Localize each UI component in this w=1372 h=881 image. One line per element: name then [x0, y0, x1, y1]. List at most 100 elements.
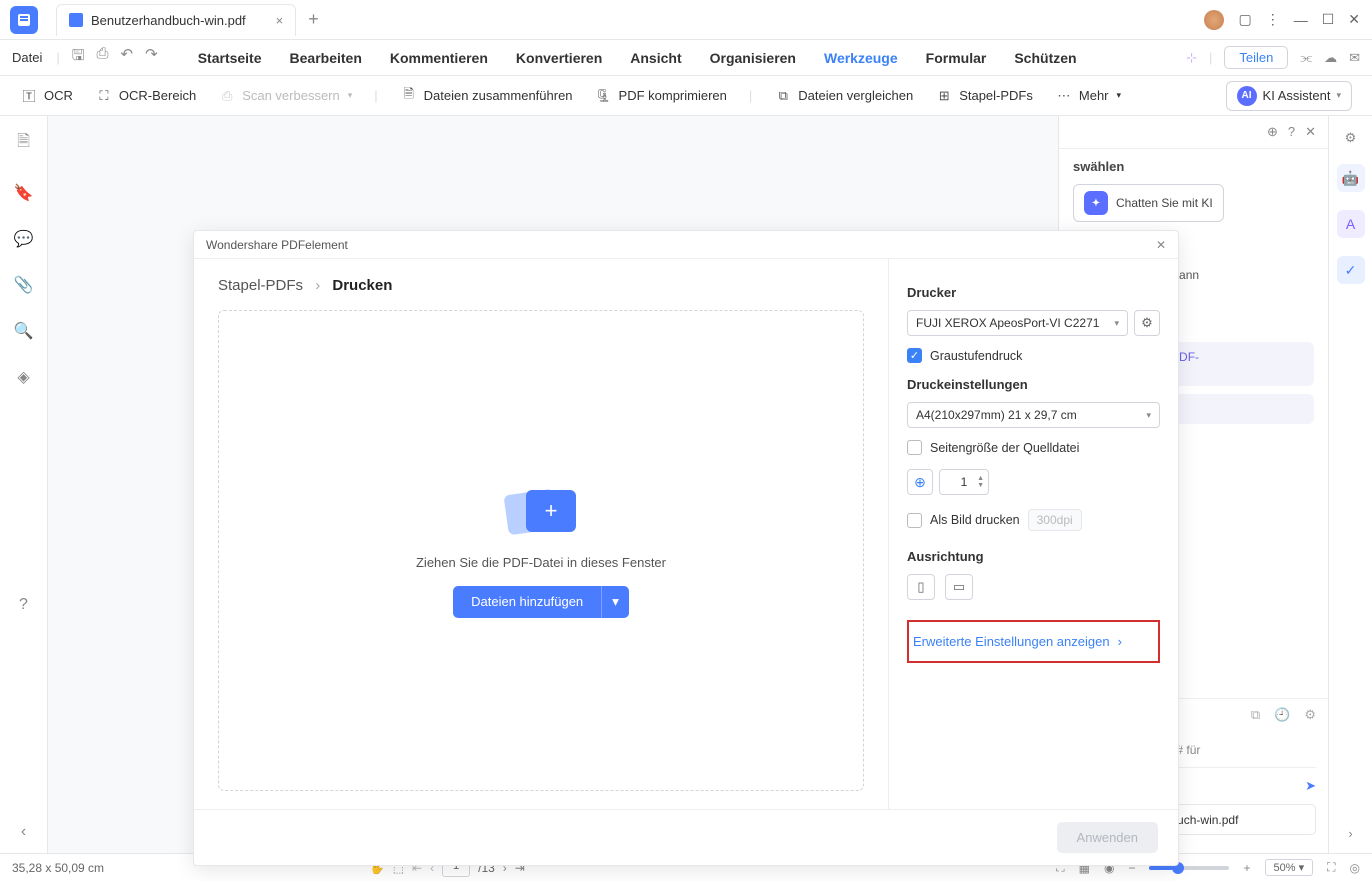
menu-konvertieren[interactable]: Konvertieren [516, 50, 602, 66]
grayscale-checkbox[interactable]: ✓ [907, 348, 922, 363]
layers-icon[interactable]: ◈ [17, 367, 29, 387]
adjust-icon[interactable]: ⚙ [1345, 130, 1357, 146]
ai-new-icon[interactable]: ⊕ [1267, 124, 1278, 140]
menu-ansicht[interactable]: Ansicht [630, 50, 681, 66]
new-tab-button[interactable]: + [308, 9, 319, 30]
file-dropzone[interactable]: + Ziehen Sie die PDF-Datei in dieses Fen… [218, 310, 864, 791]
modal-title-text: Wondershare PDFelement [206, 238, 348, 252]
ai-chat-button[interactable]: ✦ Chatten Sie mit KI [1073, 184, 1224, 222]
menu-file[interactable]: Datei [12, 50, 42, 65]
tool-ocr-label: OCR [44, 88, 73, 103]
help-icon[interactable]: ? [19, 596, 28, 614]
comments-icon[interactable]: 💬 [14, 229, 34, 249]
search-icon[interactable]: 🔍 [14, 321, 34, 341]
menu-schuetzen[interactable]: Schützen [1014, 50, 1076, 66]
grayscale-checkbox-row[interactable]: ✓ Graustufendruck [907, 348, 1160, 363]
breadcrumb-root[interactable]: Stapel-PDFs [218, 277, 303, 294]
ai-assistant-button[interactable]: AI KI Assistent ▾ [1226, 81, 1352, 111]
save-icon[interactable]: 🖫 [72, 45, 85, 70]
minimize-icon[interactable]: — [1294, 12, 1308, 28]
user-avatar[interactable] [1204, 10, 1224, 30]
print-as-image-checkbox[interactable] [907, 513, 922, 528]
printer-select[interactable]: FUJI XEROX ApeosPort-VI C2271 ▾ [907, 310, 1128, 336]
menu-werkzeuge[interactable]: Werkzeuge [824, 50, 898, 66]
tool-more[interactable]: ⋯ Mehr ▾ [1055, 87, 1121, 105]
translate-icon[interactable]: A [1337, 210, 1365, 238]
ai-copy-icon[interactable]: ⧉ [1251, 707, 1260, 723]
zoom-slider[interactable] [1149, 866, 1229, 870]
paper-size-select[interactable]: A4(210x297mm) 21 x 29,7 cm ▾ [907, 402, 1160, 428]
add-files-button[interactable]: Dateien hinzufügen [453, 586, 601, 618]
tool-ocr-area[interactable]: ⛶ OCR-Bereich [95, 87, 196, 105]
menu-startseite[interactable]: Startseite [198, 50, 262, 66]
source-size-checkbox-row[interactable]: Seitengröße der Quelldatei [907, 440, 1160, 455]
document-tab[interactable]: Benutzerhandbuch-win.pdf × [56, 4, 296, 36]
tool-merge[interactable]: 🗎 Dateien zusammenführen [400, 87, 573, 105]
titlebar: Benutzerhandbuch-win.pdf × + ▢ ⋮ — ☐ ✕ [0, 0, 1372, 40]
breadcrumb-current: Drucken [332, 277, 392, 294]
thumbnails-icon[interactable]: 🗎 [17, 130, 30, 157]
source-size-checkbox[interactable] [907, 440, 922, 455]
printer-value: FUJI XEROX ApeosPort-VI C2271 [916, 316, 1099, 330]
chevron-down-icon: ▾ [1336, 90, 1341, 101]
modal-titlebar: Wondershare PDFelement ✕ [194, 231, 1178, 259]
ocr-icon: 🅃 [20, 87, 38, 105]
panel-icon[interactable]: ▢ [1238, 11, 1251, 28]
copies-add-button[interactable]: ⊕ [907, 469, 933, 495]
ai-settings-icon[interactable]: ⚙ [1304, 707, 1316, 723]
copies-input[interactable]: 1 ▲▼ [939, 469, 989, 495]
mail-icon[interactable]: ✉ [1349, 50, 1360, 66]
chevron-down-icon: ▾ [1146, 410, 1151, 421]
maximize-icon[interactable]: ☐ [1322, 11, 1335, 28]
menu-kommentieren[interactable]: Kommentieren [390, 50, 488, 66]
folder-add-icon: + [506, 484, 576, 539]
orientation-landscape[interactable]: ▭ [945, 574, 973, 600]
cloud-icon[interactable]: ☁ [1324, 50, 1337, 66]
ai-help-icon[interactable]: ? [1288, 124, 1295, 140]
tool-compress[interactable]: 🗜 PDF komprimieren [595, 87, 727, 105]
check-icon[interactable]: ✓ [1337, 256, 1365, 284]
close-icon[interactable]: ✕ [1348, 11, 1360, 28]
redo-icon[interactable]: ↷ [145, 45, 158, 70]
ai-history-icon[interactable]: 🕘 [1274, 707, 1290, 723]
tab-close-icon[interactable]: × [276, 13, 284, 28]
orientation-portrait[interactable]: ▯ [907, 574, 935, 600]
ai-send-icon[interactable]: ➤ [1305, 778, 1316, 794]
modal-close-icon[interactable]: ✕ [1156, 238, 1166, 252]
share-button[interactable]: Teilen [1224, 46, 1288, 69]
zoom-in-icon[interactable]: + [1243, 861, 1250, 875]
menu-organisieren[interactable]: Organisieren [710, 50, 796, 66]
print-icon[interactable]: ⎙ [97, 45, 109, 70]
focus-icon[interactable]: ◎ [1350, 861, 1360, 875]
attachments-icon[interactable]: 📎 [14, 275, 34, 295]
menu-formular[interactable]: Formular [926, 50, 987, 66]
advanced-settings-link[interactable]: Erweiterte Einstellungen anzeigen › [913, 634, 1154, 649]
more-icon: ⋯ [1055, 87, 1073, 105]
share-link-icon[interactable]: ⫘ [1300, 50, 1312, 66]
collapse-right-icon[interactable]: › [1348, 826, 1352, 841]
ai-robot-icon[interactable]: 🤖 [1337, 164, 1365, 192]
ai-close-icon[interactable]: ✕ [1305, 124, 1316, 140]
apply-button[interactable]: Anwenden [1057, 822, 1158, 853]
undo-icon[interactable]: ↶ [121, 45, 134, 70]
tool-compare[interactable]: ⧉ Dateien vergleichen [774, 87, 913, 105]
modal-body: Stapel-PDFs › Drucken + Ziehen Sie die P… [194, 259, 1178, 809]
add-files-button-group: Dateien hinzufügen ▾ [453, 586, 629, 618]
print-as-image-row[interactable]: Als Bild drucken 300dpi [907, 509, 1160, 531]
menu-bearbeiten[interactable]: Bearbeiten [290, 50, 362, 66]
merge-icon: 🗎 [400, 87, 418, 105]
lightbulb-icon[interactable]: ⊹ [1186, 50, 1197, 66]
tool-ocr[interactable]: 🅃 OCR [20, 87, 73, 105]
add-files-dropdown[interactable]: ▾ [601, 586, 629, 618]
zoom-value[interactable]: 50% ▾ [1265, 859, 1314, 876]
spin-down-icon[interactable]: ▼ [977, 482, 984, 489]
bookmarks-icon[interactable]: 🔖 [14, 183, 34, 203]
more-icon[interactable]: ⋮ [1266, 11, 1280, 28]
printer-settings-button[interactable]: ⚙ [1134, 310, 1160, 336]
spin-up-icon[interactable]: ▲ [977, 475, 984, 482]
tool-batch-label: Stapel-PDFs [959, 88, 1033, 103]
tool-batch[interactable]: ⊞ Stapel-PDFs [935, 87, 1033, 105]
batch-print-dialog: Wondershare PDFelement ✕ Stapel-PDFs › D… [193, 230, 1179, 866]
collapse-left-icon[interactable]: ‹ [21, 823, 26, 841]
fullscreen-icon[interactable]: ⛶ [1327, 860, 1335, 875]
